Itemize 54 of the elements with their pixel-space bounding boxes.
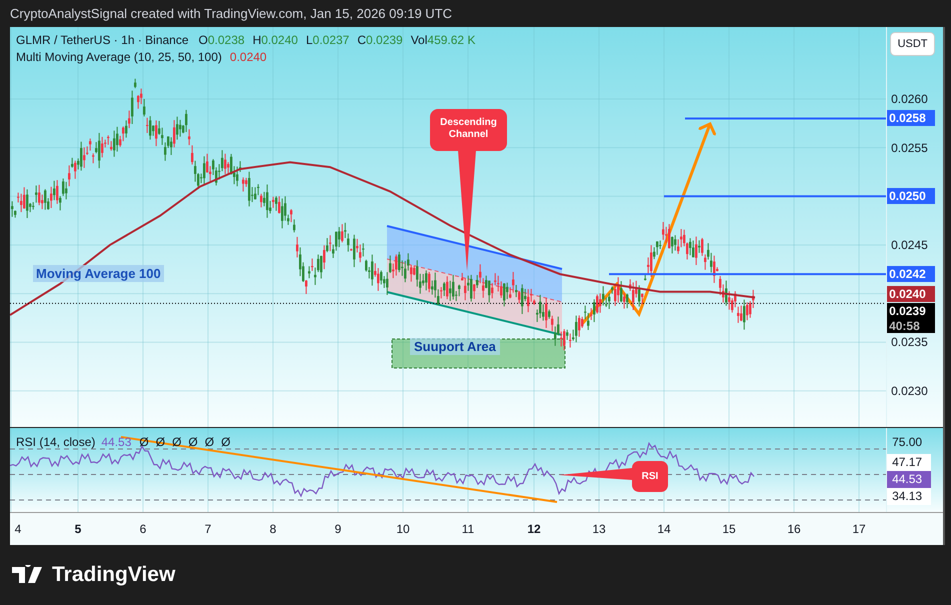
brand-name: TradingView	[52, 563, 176, 587]
price-value: 0.0250	[889, 188, 927, 204]
indicator-name: Multi Moving Average (10, 25, 50, 100)	[16, 50, 222, 64]
price-label: 0.0260	[891, 91, 928, 107]
date-label: 9	[334, 522, 342, 536]
date-label: 4	[14, 522, 22, 536]
ohlc-label: L	[306, 33, 313, 47]
symbol-text: GLMR / TetherUS · 1h · Binance	[16, 33, 189, 47]
rsi-badge: 44.53	[887, 471, 932, 488]
date-label: 16	[787, 522, 801, 536]
price-label: 0.0255	[891, 140, 928, 156]
price-value: 0.0240	[889, 286, 927, 302]
rsi-axis-label: 75.00	[891, 434, 922, 450]
ma-label: Moving Average 100	[33, 265, 164, 282]
volume-label: Vol	[410, 33, 428, 47]
indicator-value: 0.0240	[230, 50, 267, 64]
date-label: 6	[140, 522, 146, 536]
date-label: 10	[396, 522, 410, 536]
ohlc-value: 0.0239	[366, 33, 403, 47]
date-label: 5	[74, 522, 82, 536]
rsi-value: 44.53	[101, 435, 132, 449]
price-label: 0.0230	[891, 382, 928, 399]
currency-button[interactable]: USDT	[890, 32, 936, 56]
date-label: 17	[852, 522, 866, 536]
date-label: 14	[657, 522, 671, 536]
date-label: 12	[527, 522, 541, 536]
price-label: 0.0235	[891, 334, 928, 350]
price-value: 0.0239	[889, 302, 927, 319]
callout-label: RSI	[632, 461, 668, 492]
price-value: 0.0258	[889, 110, 927, 126]
ohlc-label: H	[252, 33, 262, 47]
attribution-text: CryptoAnalystSignal created with TradingView.com, Jan 15, 2026 09:19 UTC	[10, 6, 452, 21]
rsi-badge: 34.13	[887, 488, 932, 505]
support-label: Suuport Area	[410, 338, 500, 355]
rsi-marker: Ø	[204, 435, 214, 449]
date-label: 8	[270, 522, 276, 536]
rsi-title: RSI (14, close)	[16, 435, 96, 449]
ohlc-value: 0.0240	[261, 33, 298, 47]
countdown-text: 40:58	[889, 318, 921, 333]
ohlc-label: C	[357, 33, 366, 47]
price-label: 0.0245	[891, 236, 928, 253]
volume-value: 459.62 K	[427, 33, 476, 47]
rsi-marker: Ø	[221, 435, 230, 449]
date-label: 7	[204, 522, 212, 536]
rsi-badge: 47.17	[887, 454, 932, 471]
price-value: 0.0242	[889, 266, 927, 282]
callout-label: Descending Channel	[430, 109, 507, 151]
ohlc-label: O	[198, 33, 208, 47]
ohlc-value: 0.0237	[312, 33, 350, 47]
date-label: 11	[462, 522, 474, 536]
rsi-marker: Ø	[188, 435, 198, 449]
ohlc-value: 0.0238	[208, 33, 245, 47]
date-label: 15	[722, 522, 736, 536]
date-label: 13	[592, 522, 606, 536]
